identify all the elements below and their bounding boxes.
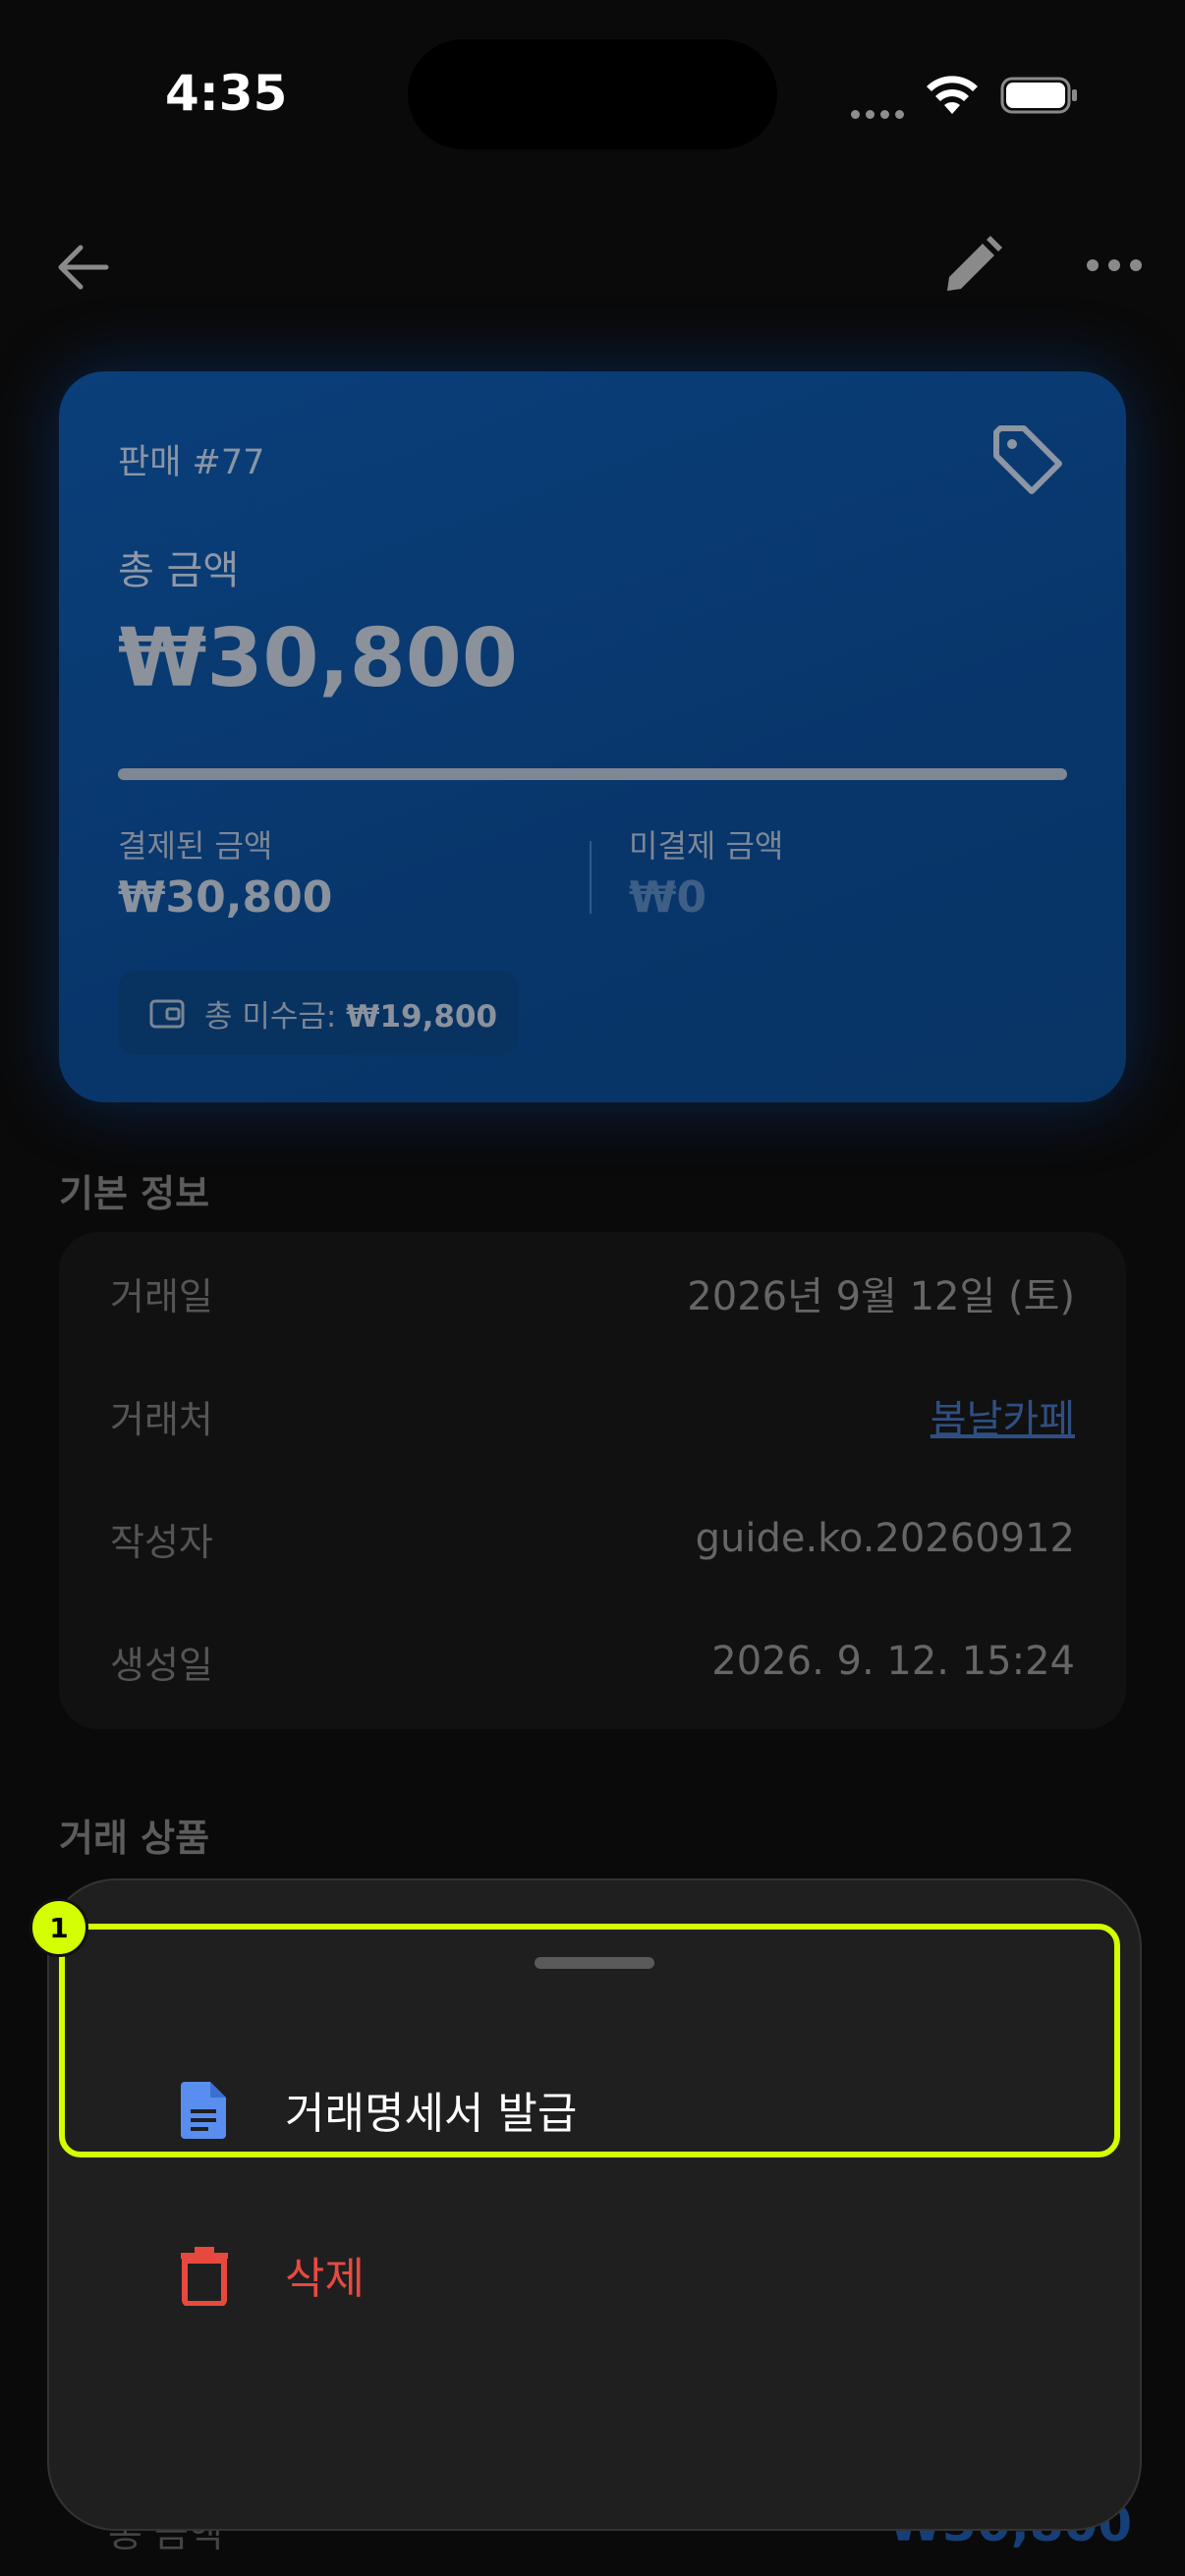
total-amount-label: 총 금액 [118,548,240,593]
receivable-value: ₩19,800 [346,998,498,1035]
info-key: 거래처 [110,1397,213,1441]
paid-amount-value: ₩30,800 [118,872,333,923]
client-link[interactable]: 봄날카페 [931,1387,1075,1444]
delete-label: 삭제 [285,2254,365,2304]
delete-button[interactable]: 삭제 [49,2220,1140,2328]
edit-pencil-icon[interactable] [937,232,1006,301]
cellular-icon [851,104,910,119]
status-time: 4:35 [165,65,288,122]
unpaid-amount-value: ₩0 [629,872,707,923]
info-value: 2026. 9. 12. 15:24 [711,1639,1075,1684]
payment-progress-bar [118,768,1067,780]
total-receivable-chip: 총 미수금: ₩19,800 [118,971,519,1055]
basic-info-card: 거래일 2026년 9월 12일 (토) 거래처 봄날카페 작성자 guide.… [59,1232,1126,1729]
battery-icon [1000,77,1077,114]
annotation-highlight-box [59,1924,1120,2157]
back-arrow-icon[interactable] [51,236,114,299]
unpaid-amount-label: 미결제 금액 [629,827,784,865]
products-title: 거래 상품 [59,1817,210,1860]
tag-icon [993,425,1062,494]
info-row-created: 생성일 2026. 9. 12. 15:24 [110,1632,1075,1691]
receivable-label: 총 미수금: [204,998,337,1035]
paid-amount-label: 결제된 금액 [118,827,273,865]
basic-info-title: 기본 정보 [59,1172,210,1215]
info-value: guide.ko.20260912 [695,1516,1075,1561]
total-amount-value: ₩30,800 [118,612,518,705]
amount-divider [590,841,592,914]
trash-icon [181,2247,228,2306]
sale-summary-card: 판매 #77 총 금액 ₩30,800 결제된 금액 ₩30,800 미결제 금… [59,371,1126,1102]
info-value: 2026년 9월 12일 (토) [687,1274,1075,1319]
wallet-icon [149,999,185,1029]
more-options-icon[interactable] [1085,244,1144,287]
sale-number: 판매 #77 [118,443,265,482]
dynamic-island [408,39,777,149]
wifi-icon [927,76,978,114]
info-key: 거래일 [110,1274,213,1318]
info-row-author: 작성자 guide.ko.20260912 [110,1509,1075,1568]
info-key: 작성자 [110,1520,213,1564]
annotation-badge: 1 [29,1898,88,1957]
info-key: 생성일 [110,1643,213,1687]
info-row-date: 거래일 2026년 9월 12일 (토) [110,1263,1075,1322]
info-row-client: 거래처 봄날카페 [110,1386,1075,1445]
